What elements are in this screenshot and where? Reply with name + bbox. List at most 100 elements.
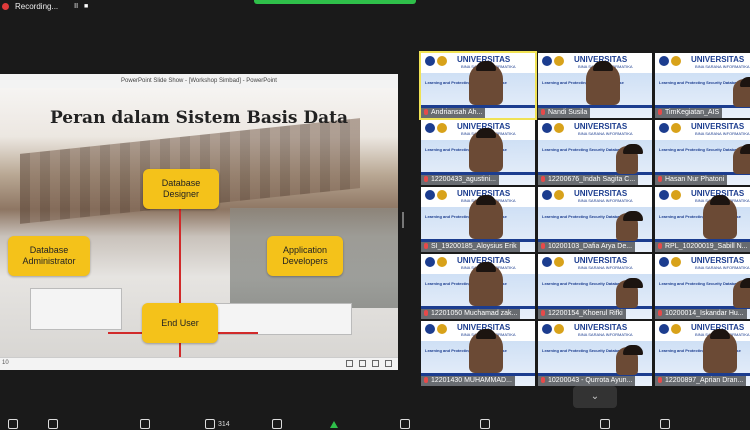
pause-share-button[interactable]: [400, 419, 410, 429]
participant-name: SI_19200185_Aloysius Erik: [421, 242, 520, 252]
slide-title: Peran dalam Sistem Basis Data: [49, 108, 349, 128]
more-button[interactable]: [660, 419, 670, 429]
university-logo-icon: [659, 190, 669, 200]
chat-button[interactable]: [272, 419, 282, 429]
university-logo-icon: [542, 257, 552, 267]
muted-mic-icon: [541, 377, 545, 383]
university-logo-icon: [659, 324, 669, 334]
participant-name: 12201430 MUHAMMAD...: [421, 376, 515, 386]
desk: [30, 288, 122, 330]
reading-view-icon[interactable]: [372, 360, 379, 367]
video-button[interactable]: [48, 419, 58, 429]
banner-topic: Learning and Protecting Security Databas…: [659, 147, 741, 152]
participant-name-text: 10200014_Iskandar Hu...: [665, 310, 744, 317]
banner-topic: Learning and Protecting Security Databas…: [659, 80, 741, 85]
stop-recording-button[interactable]: ■: [84, 3, 88, 10]
participant-name: Hasan Nur Phatoni: [655, 175, 728, 185]
participant-tile[interactable]: UNIVERSITASBINA SARANA INFORMATIKALearni…: [655, 187, 750, 252]
emblem-icon: [554, 257, 564, 267]
participant-tile[interactable]: UNIVERSITASBINA SARANA INFORMATIKALearni…: [655, 120, 750, 185]
security-button[interactable]: [140, 419, 150, 429]
participant-name: RPL_10200019_Sabill N...: [655, 242, 750, 252]
normal-view-icon[interactable]: [346, 360, 353, 367]
participant-tile[interactable]: UNIVERSITASBINA SARANA INFORMATIKALearni…: [538, 187, 652, 252]
participant-tile[interactable]: UNIVERSITASBINA SARANA INFORMATIKALearni…: [421, 187, 535, 252]
banner-title: UNIVERSITAS: [691, 122, 745, 131]
participant-tile[interactable]: UNIVERSITASBINA SARANA INFORMATIKALearni…: [421, 321, 535, 386]
participant-name: 12200433_agustini...: [421, 175, 499, 185]
emblem-icon: [437, 257, 447, 267]
pause-recording-button[interactable]: II: [74, 3, 78, 10]
banner-title: UNIVERSITAS: [691, 55, 745, 64]
participant-name-text: 10200043 - Qurrota Ayun...: [548, 377, 633, 384]
muted-mic-icon: [424, 176, 428, 182]
participant-tile[interactable]: UNIVERSITASBINA SARANA INFORMATIKALearni…: [538, 254, 652, 319]
emblem-icon: [671, 324, 681, 334]
university-logo-icon: [542, 123, 552, 133]
captions-button[interactable]: [480, 419, 490, 429]
slideshow-status-bar: 10: [0, 357, 398, 370]
participant-tile[interactable]: UNIVERSITASBINA SARANA INFORMATIKALearni…: [421, 120, 535, 185]
university-logo-icon: [542, 324, 552, 334]
microphone-icon: [8, 419, 18, 429]
university-logo-icon: [659, 56, 669, 66]
participant-tile[interactable]: UNIVERSITASBINA SARANA INFORMATIKALearni…: [655, 53, 750, 118]
banner-title: UNIVERSITAS: [574, 256, 628, 265]
participants-icon: [205, 419, 215, 429]
gallery-next-page-button[interactable]: ⌄: [573, 386, 617, 408]
participant-name-text: 12201050 Muchamad zak...: [431, 310, 518, 317]
banner-subtitle: BINA SARANA INFORMATIKA: [695, 265, 750, 270]
slide-sorter-icon[interactable]: [359, 360, 366, 367]
role-end-user: End User: [142, 303, 218, 343]
slide: Peran dalam Sistem Basis Data Database D…: [0, 88, 398, 358]
emblem-icon: [671, 56, 681, 66]
chat-icon: [272, 419, 282, 429]
participant-name-text: 12200676_Indah Sagita C...: [548, 176, 636, 183]
muted-mic-icon: [424, 243, 428, 249]
participant-video: [733, 77, 750, 107]
participant-tile[interactable]: UNIVERSITASBINA SARANA INFORMATIKALearni…: [419, 51, 537, 120]
participant-video: [616, 278, 643, 308]
muted-mic-icon: [424, 377, 428, 383]
participant-tile[interactable]: UNIVERSITASBINA SARANA INFORMATIKALearni…: [655, 254, 750, 319]
participant-tile[interactable]: UNIVERSITASBINA SARANA INFORMATIKALearni…: [655, 321, 750, 386]
muted-mic-icon: [658, 109, 662, 115]
slideshow-icon[interactable]: [385, 360, 392, 367]
participant-video: [616, 345, 643, 375]
mute-button[interactable]: [8, 419, 18, 429]
view-splitter-handle[interactable]: [402, 212, 404, 228]
university-logo-icon: [659, 123, 669, 133]
participants-button[interactable]: 314: [205, 419, 230, 429]
participant-name-text: SI_19200185_Aloysius Erik: [431, 243, 517, 250]
share-screen-button[interactable]: [330, 419, 338, 429]
more-icon: [660, 419, 670, 429]
university-logo-icon: [425, 257, 435, 267]
participant-name-text: Hasan Nur Phatoni: [665, 176, 725, 183]
participant-name-text: Nandi Susila: [548, 109, 588, 116]
participant-name-text: 10200103_Dafia Arya De...: [548, 243, 633, 250]
participant-tile[interactable]: UNIVERSITASBINA SARANA INFORMATIKALearni…: [538, 53, 652, 118]
participant-tile[interactable]: UNIVERSITASBINA SARANA INFORMATIKALearni…: [538, 321, 652, 386]
participant-video: [586, 61, 620, 105]
participant-name: Andriansah Ah...: [421, 108, 486, 118]
role-database-designer: Database Designer: [143, 169, 219, 209]
sharing-indicator[interactable]: [254, 0, 416, 4]
emblem-icon: [437, 190, 447, 200]
participant-name-text: 12201430 MUHAMMAD...: [431, 377, 512, 384]
banner-title: UNIVERSITAS: [574, 189, 628, 198]
participant-video: [703, 329, 737, 373]
emblem-icon: [554, 56, 564, 66]
slide-number: 10: [2, 360, 9, 366]
shield-icon: [140, 419, 150, 429]
university-logo-icon: [542, 190, 552, 200]
banner-topic: Learning and Protecting Security Databas…: [542, 348, 624, 353]
participant-video: [616, 144, 643, 174]
participant-name: 12200676_Indah Sagita C...: [538, 175, 639, 185]
participant-tile[interactable]: UNIVERSITASBINA SARANA INFORMATIKALearni…: [538, 120, 652, 185]
reactions-button[interactable]: [600, 419, 610, 429]
participant-tile[interactable]: UNIVERSITASBINA SARANA INFORMATIKALearni…: [421, 254, 535, 319]
role-database-administrator: Database Administrator: [8, 236, 90, 276]
muted-mic-icon: [541, 243, 545, 249]
desk: [200, 303, 352, 335]
participant-name-text: RPL_10200019_Sabill N...: [665, 243, 748, 250]
